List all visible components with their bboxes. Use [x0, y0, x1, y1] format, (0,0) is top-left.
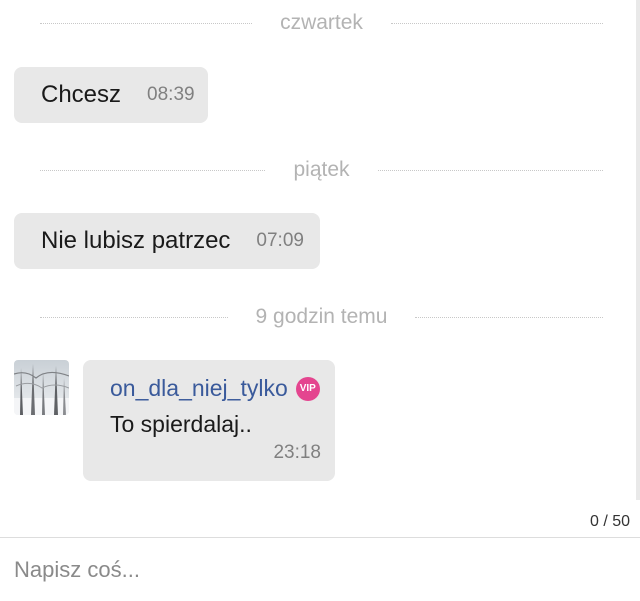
message-bubble-incoming[interactable]: on_dla_niej_tylko VIP To spierdalaj.. 23…: [83, 360, 335, 481]
date-divider: czwartek: [40, 11, 604, 34]
date-divider-label: czwartek: [280, 11, 363, 34]
vip-badge-icon: VIP: [295, 376, 320, 401]
sender-name[interactable]: on_dla_niej_tylko: [110, 375, 288, 402]
message-input[interactable]: [0, 538, 640, 601]
avatar-image: [14, 360, 69, 415]
message-bubble[interactable]: Chcesz 08:39: [14, 67, 208, 123]
message-composer: [0, 537, 640, 601]
message-time: 08:39: [147, 84, 195, 105]
date-divider-label: 9 godzin temu: [255, 305, 388, 328]
character-counter: 0 / 50: [589, 513, 630, 530]
message-time: 23:18: [273, 442, 321, 463]
message-text: Chcesz: [41, 81, 122, 108]
date-divider: piątek: [40, 158, 604, 181]
message-time: 07:09: [256, 230, 304, 251]
sender: on_dla_niej_tylko VIP: [110, 375, 320, 402]
avatar[interactable]: [14, 360, 69, 415]
message-bubble[interactable]: Nie lubisz patrzec 07:09: [14, 213, 320, 269]
message-text: To spierdalaj..: [110, 411, 252, 437]
chat-thread: czwartek Chcesz 08:39 piątek Nie lubisz …: [0, 0, 640, 537]
date-divider: 9 godzin temu: [40, 305, 604, 328]
message-text: Nie lubisz patrzec: [41, 227, 231, 254]
scrollbar[interactable]: [636, 0, 640, 500]
date-divider-label: piątek: [293, 158, 350, 181]
